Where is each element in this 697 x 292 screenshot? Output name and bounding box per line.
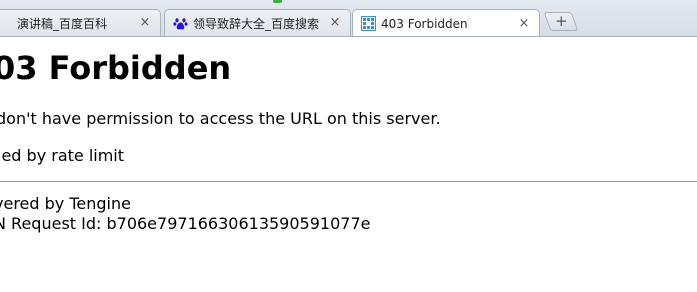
- page-heading: 03 Forbidden: [0, 49, 232, 87]
- request-id: N Request Id: b706e7971663061359059107​7…: [0, 214, 371, 233]
- browser-window: 演讲稿_百度百科 × 领导致辞大全_百度搜索 × 403 Forbidden ×…: [0, 0, 697, 292]
- tab-baike[interactable]: 演讲稿_百度百科 ×: [0, 9, 161, 36]
- baidu-paw-icon: [173, 16, 188, 31]
- denial-reason: ied by rate limit: [0, 146, 125, 165]
- tab-baidu-search[interactable]: 领导致辞大全_百度搜索 ×: [164, 9, 351, 36]
- tab-title: 领导致辞大全_百度搜索: [193, 16, 320, 31]
- plus-icon: +: [554, 12, 568, 30]
- server-signature: vered by Tengine: [0, 194, 131, 213]
- new-tab-button[interactable]: +: [543, 12, 579, 31]
- close-icon[interactable]: ×: [328, 16, 342, 30]
- close-icon[interactable]: ×: [517, 16, 531, 31]
- tab-title: 403 Forbidden: [381, 16, 468, 31]
- divider: [0, 181, 697, 182]
- tab-403-forbidden[interactable]: 403 Forbidden ×: [352, 9, 540, 36]
- close-icon[interactable]: ×: [138, 16, 152, 30]
- top-accent-mark: [273, 0, 282, 3]
- page-content: 03 Forbidden don't have permission to ac…: [0, 36, 697, 292]
- tab-title: 演讲稿_百度百科: [17, 16, 108, 31]
- page-grid-icon: [361, 16, 376, 31]
- tab-strip: 演讲稿_百度百科 × 领导致辞大全_百度搜索 × 403 Forbidden ×…: [0, 0, 697, 37]
- error-message: don't have permission to access the URL …: [0, 109, 441, 128]
